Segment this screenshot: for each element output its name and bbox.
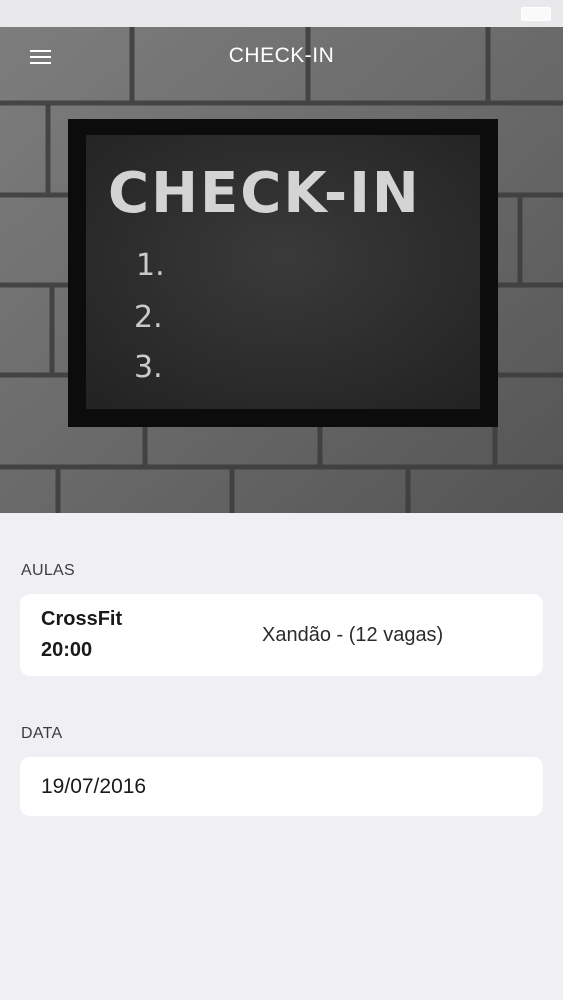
battery-icon: [521, 7, 551, 21]
date-field[interactable]: 19/07/2016: [20, 757, 543, 816]
board-item-1: 1.: [136, 248, 165, 283]
page-title: CHECK-IN: [228, 44, 335, 67]
board-item-3: 3.: [134, 350, 163, 385]
status-bar: [0, 0, 563, 27]
top-bar: CHECK-IN: [0, 27, 563, 87]
class-coach: Xandão - (12 vagas): [262, 624, 444, 646]
hero-image: CHECK-IN 1. 2. 3.: [0, 27, 563, 513]
board-title: CHECK-IN: [108, 161, 421, 226]
classes-label: AULAS: [21, 562, 75, 579]
date-label: DATA: [21, 725, 63, 742]
class-name: CrossFit: [41, 608, 123, 630]
board-item-2: 2.: [134, 300, 163, 335]
class-selector[interactable]: CrossFit 20:00 Xandão - (12 vagas): [20, 594, 543, 676]
date-value: 19/07/2016: [41, 775, 147, 798]
class-time: 20:00: [41, 639, 93, 661]
